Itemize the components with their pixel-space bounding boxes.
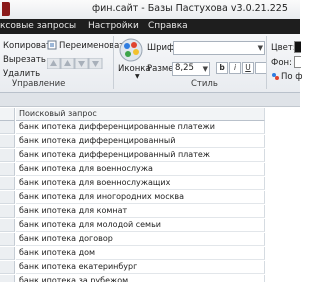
delete-button[interactable]: Удалить xyxy=(3,69,40,79)
palette-icon[interactable] xyxy=(119,38,143,62)
row-selector[interactable] xyxy=(0,163,15,176)
table-row[interactable]: банк ипотека дом xyxy=(0,247,300,260)
row-selector[interactable] xyxy=(0,275,15,282)
bold-button[interactable]: b xyxy=(216,62,228,74)
table-row[interactable]: банк ипотека для иногородних москва xyxy=(0,191,300,204)
toolbar-strip xyxy=(0,93,300,107)
size-value: 8,25 xyxy=(175,63,194,73)
table-row[interactable]: банк ипотека для военнослужащих xyxy=(0,177,300,190)
query-cell[interactable]: банк ипотека договор xyxy=(16,233,265,246)
font-select[interactable]: ▼ xyxy=(173,41,265,55)
menu-item-queries[interactable]: ксовые запросы xyxy=(0,21,76,31)
query-cell[interactable]: банк ипотека для военнослужащих xyxy=(16,177,265,190)
group-label-management: Управление xyxy=(12,79,66,89)
table-row[interactable]: банк ипотека для комнат xyxy=(0,205,300,218)
app-logo-icon xyxy=(2,2,10,16)
italic-button[interactable]: i xyxy=(229,62,241,74)
table-row[interactable]: банк ипотека для молодой семьи xyxy=(0,219,300,232)
grid-empty-area xyxy=(266,108,300,282)
group-separator xyxy=(266,36,267,89)
table-row[interactable]: банк ипотека дифференцированные платежи xyxy=(0,121,300,134)
query-cell[interactable]: банк ипотека дифференцированный платеж xyxy=(16,149,265,162)
background-label: Фон: xyxy=(271,58,292,68)
query-cell[interactable]: банк ипотека для иногородних москва xyxy=(16,191,265,204)
default-color-button[interactable]: По ф xyxy=(281,72,303,82)
row-selector[interactable] xyxy=(0,219,15,232)
underline-button[interactable]: U xyxy=(242,62,254,74)
query-cell[interactable]: банк ипотека екатеринбург xyxy=(16,261,265,274)
table-row[interactable]: банк ипотека дифференцированный xyxy=(0,135,300,148)
query-cell[interactable]: банк ипотека дифференцированный xyxy=(16,135,265,148)
menu-item-settings[interactable]: Настройки xyxy=(88,21,139,31)
query-cell[interactable]: банк ипотека для молодой семьи xyxy=(16,219,265,232)
menu-bar: ксовые запросы Настройки Справка xyxy=(0,19,300,34)
query-grid: Поисковый запрос банк ипотека дифференци… xyxy=(0,108,300,282)
row-selector[interactable] xyxy=(0,191,15,204)
row-selector[interactable] xyxy=(0,135,15,148)
column-header-query[interactable]: Поисковый запрос xyxy=(16,108,265,121)
query-cell[interactable]: банк ипотека для военнослужа xyxy=(16,163,265,176)
rename-icon xyxy=(47,40,57,50)
row-header-corner xyxy=(0,108,15,121)
ribbon: Копировать Вырезать Удалить Переименоват… xyxy=(0,34,303,93)
row-selector[interactable] xyxy=(0,205,15,218)
table-row[interactable]: банк ипотека договор xyxy=(0,233,300,246)
title-bar: фин.сайт - Базы Пастухова v3.0.21.225 xyxy=(0,0,300,20)
table-row[interactable]: банк ипотека для военнослужа xyxy=(0,163,300,176)
group-label-style: Стиль xyxy=(191,79,218,89)
row-selector[interactable] xyxy=(0,177,15,190)
row-selector[interactable] xyxy=(0,233,15,246)
default-color-icon xyxy=(272,73,279,80)
menu-item-help[interactable]: Справка xyxy=(148,21,188,31)
move-arrows-icon[interactable] xyxy=(47,58,103,69)
row-selector[interactable] xyxy=(0,247,15,260)
query-cell[interactable]: банк ипотека дом xyxy=(16,247,265,260)
query-cell[interactable]: банк ипотека за рубежом xyxy=(16,275,265,282)
window-title: фин.сайт - Базы Пастухова v3.0.21.225 xyxy=(92,3,288,14)
table-row[interactable]: банк ипотека екатеринбург xyxy=(0,261,300,274)
row-selector[interactable] xyxy=(0,121,15,134)
chevron-down-icon: ▼ xyxy=(202,65,208,73)
table-row[interactable]: банк ипотека за рубежом xyxy=(0,275,300,282)
table-row[interactable]: банк ипотека дифференцированный платеж xyxy=(0,149,300,162)
query-cell[interactable]: банк ипотека для комнат xyxy=(16,205,265,218)
size-select[interactable]: 8,25 ▼ xyxy=(172,62,210,76)
cut-button[interactable]: Вырезать xyxy=(3,55,46,65)
chevron-down-icon: ▼ xyxy=(135,73,140,80)
row-selector[interactable] xyxy=(0,261,15,274)
query-cell[interactable]: банк ипотека дифференцированные платежи xyxy=(16,121,265,134)
color-swatch[interactable] xyxy=(294,41,301,53)
row-selector[interactable] xyxy=(0,149,15,162)
chevron-down-icon: ▼ xyxy=(257,44,263,52)
group-separator xyxy=(113,36,114,89)
color-label: Цвет: xyxy=(271,43,296,53)
grid-header-row: Поисковый запрос xyxy=(0,108,300,121)
background-swatch[interactable] xyxy=(294,56,301,68)
